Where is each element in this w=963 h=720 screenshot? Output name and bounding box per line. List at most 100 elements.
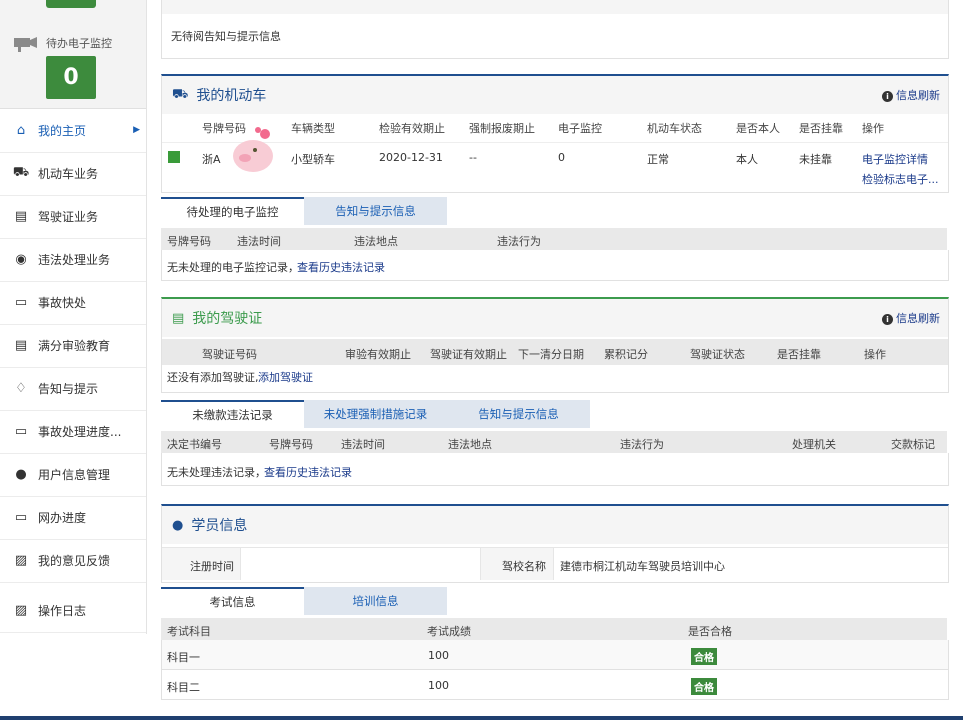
tab-pending-monitor[interactable]: 待处理的电子监控 — [161, 197, 304, 225]
monitor-label: 待办电子监控 — [46, 37, 112, 50]
vehicle-select-checkbox[interactable] — [168, 151, 180, 163]
exam-table-header: 考试科目 考试成绩 是否合格 — [161, 618, 947, 640]
col-valid: 驾驶证有效期止 — [430, 348, 507, 361]
sidebar-item-user[interactable]: ● 用户信息管理 — [0, 452, 146, 497]
reg-label: 注册时间 — [190, 560, 234, 573]
sidebar-item-education[interactable]: ▤ 满分审验教育 — [0, 323, 146, 368]
feedback-icon: ▨ — [14, 602, 28, 618]
status-badge: 合格 — [691, 648, 717, 665]
monitor-empty-row: 无未处理的电子监控记录， 查看历史违法记录 — [161, 250, 949, 281]
col-decision: 决定书编号 — [167, 438, 222, 451]
tab-unpaid[interactable]: 未缴款违法记录 — [161, 400, 304, 428]
sidebar-item-progress[interactable]: ▭ 事故处理进度... — [0, 409, 146, 454]
notice-panel: 无待阅告知与提示信息 — [161, 0, 949, 59]
feedback-icon: ▨ — [14, 552, 28, 568]
col-lic-affiliated: 是否挂靠 — [777, 348, 821, 361]
refresh-label: 信息刷新 — [896, 89, 940, 102]
sidebar-item-log[interactable]: ▨ 操作日志 — [0, 588, 146, 633]
tab-notice[interactable]: 告知与提示信息 — [304, 197, 447, 225]
sidebar: 待办电子监控 0 ⌂ 我的主页 ▶ ⛟ 机动车业务 ▤ 驾驶证业务 ◉ 违法处理… — [0, 0, 147, 634]
col-place: 违法地点 — [354, 235, 398, 248]
camera-icon: ◉ — [15, 251, 27, 267]
sidebar-item-label: 用户信息管理 — [38, 467, 111, 482]
col-type: 车辆类型 — [291, 122, 335, 135]
exam-row: 科目二 100 合格 — [161, 670, 949, 700]
vehicle-type: 小型轿车 — [291, 153, 335, 166]
student-info-row: 注册时间 驾校名称 建德市桐江机动车驾驶员培训中心 — [162, 547, 948, 580]
vehicle-refresh-link[interactable]: i 信息刷新 — [882, 87, 940, 103]
col-review: 审验有效期止 — [345, 348, 411, 361]
sidebar-item-online[interactable]: ▭ 网办进度 — [0, 495, 146, 540]
student-subtabs: 考试信息 培训信息 — [161, 587, 447, 615]
col-affiliated: 是否挂靠 — [799, 122, 843, 135]
sidebar-item-label: 满分审验教育 — [38, 338, 111, 353]
monitor-empty-text: 无未处理的电子监控记录， — [167, 261, 299, 274]
col-lic-status: 驾驶证状态 — [690, 348, 745, 361]
card-icon: ▭ — [14, 423, 28, 439]
license-table-header: 驾驶证号码 审验有效期止 驾驶证有效期止 下一清分日期 累积记分 驾驶证状态 是… — [162, 339, 948, 365]
info-icon: i — [882, 314, 893, 325]
monitor-count[interactable]: 0 — [46, 56, 96, 99]
count-box-top — [46, 0, 96, 8]
card-icon: ▭ — [14, 509, 28, 525]
inspection-label-link[interactable]: 检验标志电子... — [862, 171, 939, 187]
exam-subject: 科目一 — [167, 651, 200, 664]
id-card-icon: ▤ — [14, 337, 28, 353]
sidebar-item-notice[interactable]: ♢ 告知与提示 — [0, 366, 146, 411]
sidebar-item-label: 操作日志 — [38, 603, 87, 618]
col-behavior: 违法行为 — [497, 235, 541, 248]
vehicle-subtabs: 待处理的电子监控 告知与提示信息 — [161, 197, 447, 225]
school-value: 建德市桐江机动车驾驶员培训中心 — [560, 560, 725, 573]
license-subtabs: 未缴款违法记录 未处理强制措施记录 告知与提示信息 — [161, 400, 590, 428]
sidebar-item-label: 我的主页 — [38, 123, 87, 138]
sidebar-item-violation[interactable]: ◉ 违法处理业务 — [0, 237, 146, 282]
history-link[interactable]: 查看历史违法记录 — [264, 464, 352, 480]
license-panel-header: ▤ 我的驾驶证 i 信息刷新 — [162, 299, 948, 337]
vehicle-monitor: 0 — [558, 151, 565, 164]
truck-icon: ⛟ — [172, 86, 189, 102]
tab-exam[interactable]: 考试信息 — [161, 587, 304, 615]
unpaid-empty-row: 无未处理违法记录， 查看历史违法记录 — [161, 453, 949, 486]
student-panel: ● 学员信息 注册时间 驾校名称 建德市桐江机动车驾驶员培训中心 — [161, 504, 949, 583]
chevron-right-icon: ▶ — [133, 125, 140, 135]
tab-enforcement[interactable]: 未处理强制措施记录 — [304, 400, 447, 428]
col-time: 违法时间 — [341, 438, 385, 451]
notice-text: 无待阅告知与提示信息 — [171, 30, 281, 43]
student-panel-header: ● 学员信息 — [162, 506, 948, 544]
col-monitor: 电子监控 — [558, 122, 602, 135]
vehicle-panel-header: ⛟ 我的机动车 i 信息刷新 — [162, 76, 948, 114]
vehicle-affiliated: 未挂靠 — [799, 153, 832, 166]
sidebar-item-accident[interactable]: ▭ 事故快处 — [0, 280, 146, 325]
student-title: 学员信息 — [191, 518, 248, 534]
card-icon: ▭ — [14, 294, 28, 310]
user-icon: ● — [172, 517, 184, 533]
col-lic-op: 操作 — [864, 348, 886, 361]
col-subject: 考试科目 — [167, 625, 211, 638]
vehicle-plate: 浙A — [202, 153, 221, 166]
col-behavior: 违法行为 — [620, 438, 664, 451]
col-place: 违法地点 — [448, 438, 492, 451]
sidebar-item-vehicle[interactable]: ⛟ 机动车业务 — [0, 151, 146, 196]
add-license-link[interactable]: 添加驾驶证 — [258, 369, 313, 385]
monitor-widget: 待办电子监控 0 — [0, 0, 146, 109]
history-link[interactable]: 查看历史违法记录 — [297, 259, 385, 275]
sidebar-item-label: 机动车业务 — [38, 166, 99, 181]
tab-training[interactable]: 培训信息 — [304, 587, 447, 615]
license-refresh-link[interactable]: i 信息刷新 — [882, 310, 940, 326]
id-card-icon: ▤ — [14, 208, 28, 224]
vehicle-status: 正常 — [647, 153, 669, 166]
exam-row: 科目一 100 合格 — [161, 640, 949, 670]
col-points: 累积记分 — [604, 348, 648, 361]
sidebar-item-feedback[interactable]: ▨ 我的意见反馈 — [0, 538, 146, 583]
truck-icon: ⛟ — [12, 164, 30, 180]
sidebar-item-label: 网办进度 — [38, 510, 87, 525]
col-owner: 是否本人 — [736, 122, 780, 135]
license-empty-text: 还没有添加驾驶证, — [167, 371, 259, 384]
vehicle-owner: 本人 — [736, 153, 758, 166]
sidebar-item-label: 事故快处 — [38, 295, 87, 310]
sidebar-item-home[interactable]: ⌂ 我的主页 ▶ — [0, 108, 146, 153]
tab-license-notice[interactable]: 告知与提示信息 — [447, 400, 590, 428]
sidebar-item-license[interactable]: ▤ 驾驶证业务 — [0, 194, 146, 239]
col-payment: 交款标记 — [891, 438, 935, 451]
monitor-detail-link[interactable]: 电子监控详情 — [862, 151, 928, 167]
